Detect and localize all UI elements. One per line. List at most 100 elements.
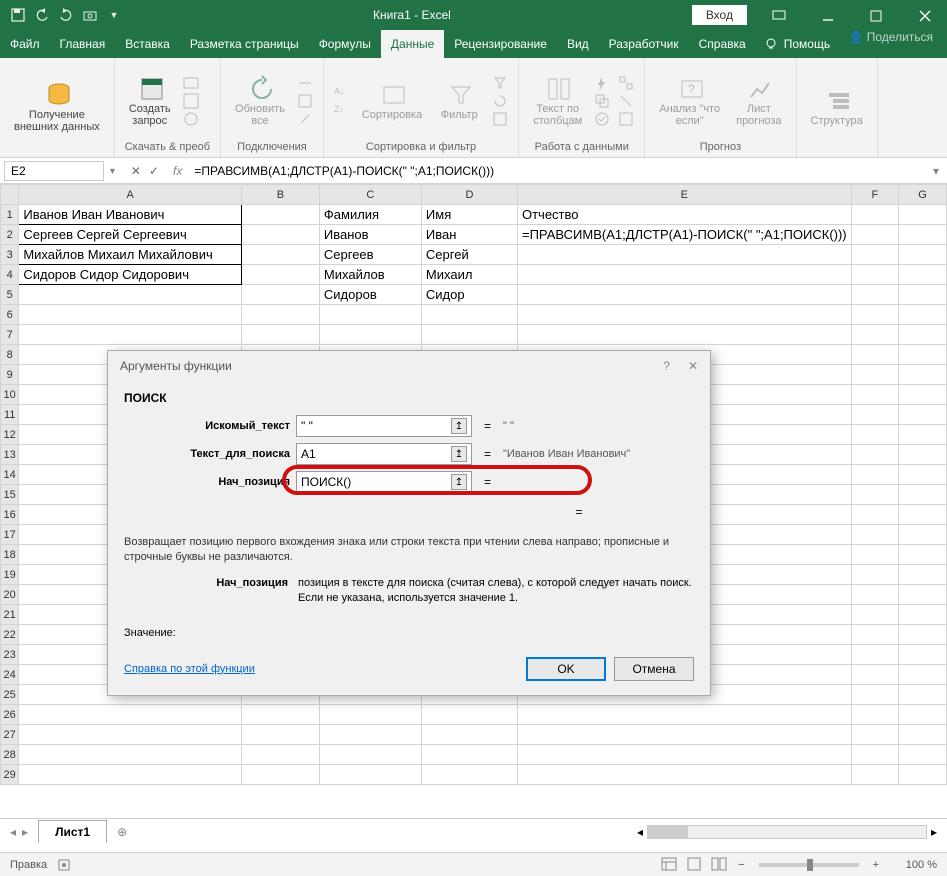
scroll-right-icon[interactable]: ▸	[931, 825, 937, 839]
forecast-button[interactable]: Лист прогноза	[732, 71, 785, 131]
consolidate-icon[interactable]	[618, 75, 634, 91]
enter-formula-icon[interactable]: ✓	[149, 164, 159, 178]
page-break-icon[interactable]	[708, 855, 730, 873]
cell[interactable]: Сергеев Сергей Сергеевич	[19, 225, 242, 245]
recent-sources-icon[interactable]	[183, 111, 199, 127]
zoom-level[interactable]: 100 %	[887, 859, 937, 871]
edit-links-icon[interactable]	[297, 111, 313, 127]
collapse-icon[interactable]: ↥	[451, 474, 467, 490]
flash-fill-icon[interactable]	[594, 75, 610, 91]
tab-review[interactable]: Рецензирование	[444, 30, 557, 58]
sheet-tab[interactable]: Лист1	[38, 820, 107, 843]
close-icon[interactable]	[902, 1, 947, 31]
qat-dropdown-icon[interactable]: ▼	[106, 7, 122, 23]
arg-input[interactable]: ПОИСК() ↥	[296, 471, 472, 493]
undo-icon[interactable]	[34, 7, 50, 23]
zoom-slider[interactable]	[759, 863, 859, 867]
new-query-button[interactable]: Создать запрос	[125, 71, 175, 131]
row-header[interactable]: 3	[1, 245, 19, 265]
name-box-dropdown-icon[interactable]: ▼	[108, 166, 123, 176]
scroll-left-icon[interactable]: ◂	[637, 825, 643, 839]
relationships-icon[interactable]	[618, 93, 634, 109]
row-header[interactable]: 4	[1, 265, 19, 285]
cell[interactable]: Сидоров Сидор Сидорович	[19, 265, 242, 285]
arg-input[interactable]: " " ↥	[296, 415, 472, 437]
cell[interactable]: =ПРАВСИМВ(A1;ДЛСТР(A1)-ПОИСК(" ";A1;ПОИС…	[517, 225, 851, 245]
col-header[interactable]: F	[851, 185, 899, 205]
cell[interactable]: Сергей	[421, 245, 517, 265]
tab-view[interactable]: Вид	[557, 30, 599, 58]
zoom-in-icon[interactable]: +	[869, 859, 883, 871]
cell[interactable]: Михаил	[421, 265, 517, 285]
row-header[interactable]: 1	[1, 205, 19, 225]
reapply-icon[interactable]	[492, 93, 508, 109]
horizontal-scrollbar[interactable]	[647, 825, 927, 839]
col-header[interactable]: G	[899, 185, 947, 205]
tab-data[interactable]: Данные	[381, 30, 444, 58]
collapse-icon[interactable]: ↥	[451, 418, 467, 434]
col-header[interactable]: A	[19, 185, 242, 205]
tab-formulas[interactable]: Формулы	[309, 30, 381, 58]
tab-insert[interactable]: Вставка	[115, 30, 180, 58]
formula-input[interactable]: =ПРАВСИМВ(A1;ДЛСТР(A1)-ПОИСК(" ";A1;ПОИС…	[188, 162, 925, 180]
row-header[interactable]: 5	[1, 285, 19, 305]
cell[interactable]: Сидоров	[319, 285, 421, 305]
ok-button[interactable]: OK	[526, 657, 606, 681]
minimize-icon[interactable]	[805, 1, 850, 31]
sheet-nav-prev-icon[interactable]: ◂	[10, 825, 16, 839]
normal-view-icon[interactable]	[658, 855, 680, 873]
show-queries-icon[interactable]	[183, 75, 199, 91]
sort-button[interactable]: Сортировка	[358, 77, 426, 125]
cell[interactable]: Фамилия	[319, 205, 421, 225]
ribbon-display-icon[interactable]	[757, 0, 802, 30]
save-icon[interactable]	[10, 7, 26, 23]
name-box[interactable]: E2	[4, 161, 104, 181]
remove-duplicates-icon[interactable]	[594, 93, 610, 109]
clear-filter-icon[interactable]	[492, 75, 508, 91]
properties-icon[interactable]	[297, 93, 313, 109]
login-button[interactable]: Вход	[692, 5, 747, 25]
add-sheet-button[interactable]: ⊕	[107, 825, 137, 839]
cell[interactable]: Сидор	[421, 285, 517, 305]
redo-icon[interactable]	[58, 7, 74, 23]
fx-icon[interactable]: fx	[167, 164, 188, 178]
tab-file[interactable]: Файл	[0, 30, 50, 58]
filter-button[interactable]: Фильтр	[434, 77, 484, 125]
select-all-corner[interactable]	[1, 185, 19, 205]
tab-home[interactable]: Главная	[50, 30, 116, 58]
tab-help[interactable]: Справка	[689, 30, 756, 58]
what-if-button[interactable]: ? Анализ "что если"	[655, 71, 724, 131]
cancel-formula-icon[interactable]: ✕	[131, 164, 141, 178]
cell[interactable]: Михайлов	[319, 265, 421, 285]
expand-formula-icon[interactable]: ▾	[925, 164, 947, 178]
camera-icon[interactable]	[82, 7, 98, 23]
page-layout-icon[interactable]	[683, 855, 705, 873]
col-header[interactable]: D	[421, 185, 517, 205]
cell[interactable]: Отчество	[517, 205, 851, 225]
help-icon[interactable]: ?	[663, 359, 670, 373]
get-external-data-button[interactable]: Получение внешних данных	[10, 77, 104, 137]
cell[interactable]: Иванов Иван Иванович	[19, 205, 242, 225]
cell[interactable]: Сергеев	[319, 245, 421, 265]
connections-icon[interactable]	[297, 75, 313, 91]
col-header[interactable]: B	[242, 185, 320, 205]
from-table-icon[interactable]	[183, 93, 199, 109]
tab-layout[interactable]: Разметка страницы	[180, 30, 309, 58]
cancel-button[interactable]: Отмена	[614, 657, 694, 681]
share-button[interactable]: 👤 Поделиться	[848, 30, 947, 58]
zoom-out-icon[interactable]: −	[734, 859, 748, 871]
row-header[interactable]: 2	[1, 225, 19, 245]
arg-input[interactable]: A1 ↥	[296, 443, 472, 465]
data-model-icon[interactable]	[618, 111, 634, 127]
tell-me[interactable]: Помощь	[784, 37, 830, 51]
data-validation-icon[interactable]	[594, 111, 610, 127]
cell[interactable]: Имя	[421, 205, 517, 225]
cell[interactable]: Иванов	[319, 225, 421, 245]
help-link[interactable]: Справка по этой функции	[124, 663, 255, 675]
sort-az-icon[interactable]: A↓	[334, 84, 350, 100]
close-icon[interactable]: ✕	[688, 359, 698, 373]
sheet-nav-next-icon[interactable]: ▸	[22, 825, 28, 839]
outline-button[interactable]: Структура	[807, 83, 867, 131]
col-header[interactable]: C	[319, 185, 421, 205]
cell[interactable]: Иван	[421, 225, 517, 245]
